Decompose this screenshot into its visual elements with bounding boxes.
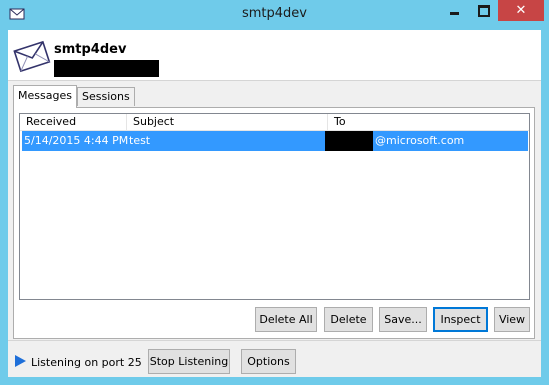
app-header: smtp4dev bbox=[8, 30, 541, 80]
save-button[interactable]: Save... bbox=[379, 307, 427, 332]
messages-list[interactable]: Received Subject To 5/14/2015 4:44 PM te… bbox=[19, 113, 530, 300]
messages-panel: Received Subject To 5/14/2015 4:44 PM te… bbox=[13, 107, 535, 339]
options-button[interactable]: Options bbox=[241, 349, 296, 374]
inspect-button[interactable]: Inspect bbox=[433, 307, 488, 332]
column-header-subject[interactable]: Subject bbox=[127, 114, 328, 130]
envelope-logo-icon bbox=[13, 40, 51, 73]
play-icon bbox=[15, 355, 26, 367]
message-to: @microsoft.com bbox=[375, 134, 465, 147]
tab-messages[interactable]: Messages bbox=[13, 85, 77, 108]
client-area: smtp4dev Messages Sessions Received Subj… bbox=[8, 30, 541, 377]
delete-button[interactable]: Delete bbox=[324, 307, 373, 332]
listening-status: Listening on port 25 bbox=[31, 356, 142, 369]
message-received: 5/14/2015 4:44 PM bbox=[24, 134, 129, 147]
close-icon: ✕ bbox=[515, 3, 527, 18]
redacted-subtitle bbox=[54, 60, 159, 77]
maximize-icon bbox=[477, 4, 490, 17]
tab-sessions[interactable]: Sessions bbox=[77, 87, 135, 106]
title-bar[interactable]: smtp4dev ✕ bbox=[0, 0, 549, 30]
column-header-received[interactable]: Received bbox=[20, 114, 127, 130]
column-header-to[interactable]: To bbox=[328, 114, 529, 130]
maximize-button[interactable] bbox=[469, 0, 498, 21]
delete-all-button[interactable]: Delete All bbox=[255, 307, 317, 332]
minimize-button[interactable] bbox=[440, 0, 469, 21]
minimize-icon bbox=[450, 12, 459, 15]
redacted-recipient bbox=[325, 131, 373, 151]
close-button[interactable]: ✕ bbox=[498, 0, 544, 21]
header-divider bbox=[8, 80, 541, 81]
stop-listening-button[interactable]: Stop Listening bbox=[148, 349, 230, 374]
app-name: smtp4dev bbox=[54, 42, 127, 57]
app-window: smtp4dev ✕ smtp4dev Messages Sessions Re… bbox=[0, 0, 549, 385]
message-subject: test bbox=[129, 134, 151, 147]
message-row[interactable]: 5/14/2015 4:44 PM test @microsoft.com bbox=[22, 131, 528, 151]
list-header: Received Subject To bbox=[20, 114, 529, 131]
view-button[interactable]: View bbox=[494, 307, 530, 332]
status-bar: Listening on port 25 Stop Listening Opti… bbox=[8, 341, 541, 377]
